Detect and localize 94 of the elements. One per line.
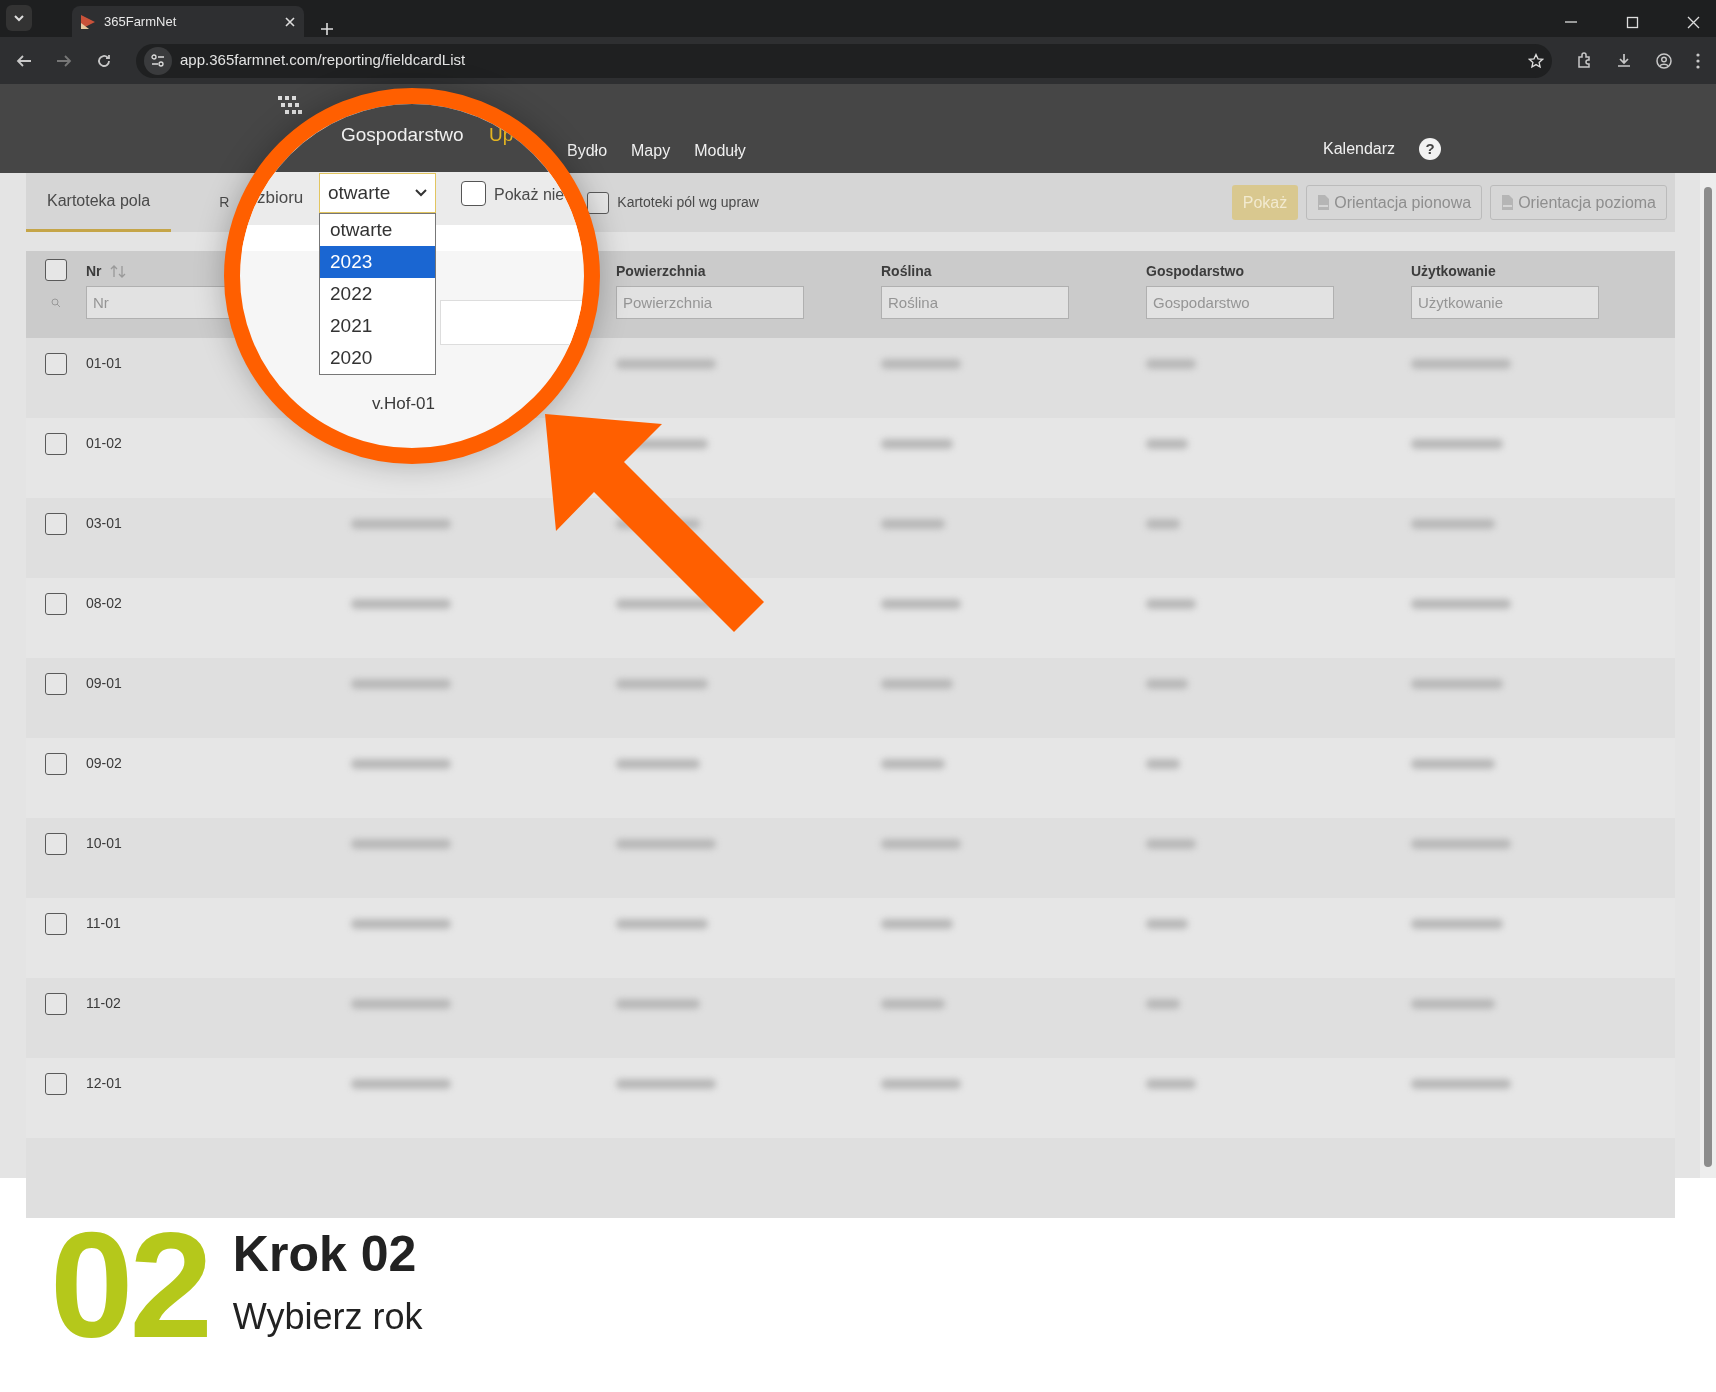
checkbox-label: Pokaż nie	[494, 185, 565, 205]
back-arrow-icon[interactable]	[16, 52, 32, 69]
row-checkbox[interactable]	[45, 352, 67, 375]
redacted-text	[1146, 598, 1196, 609]
redacted-text	[881, 758, 945, 769]
step-title: Krok 02	[232, 1226, 418, 1282]
dropdown-option[interactable]: otwarte	[320, 214, 435, 246]
table-cell-text: 01-01	[86, 354, 122, 373]
column-header[interactable]: Użytkowanie	[1411, 261, 1496, 283]
more-menu-icon[interactable]	[1696, 52, 1700, 69]
logo-icon[interactable]	[276, 94, 304, 116]
table-cell-text: 09-01	[86, 674, 122, 693]
table-cell-text: 11-02	[86, 994, 121, 1013]
redacted-text	[881, 438, 953, 449]
row-checkbox[interactable]	[45, 992, 67, 1015]
help-button[interactable]: ?	[1419, 138, 1442, 160]
scrollbar[interactable]	[1700, 173, 1716, 1178]
pdf-file-icon	[1317, 194, 1331, 211]
filter-field[interactable]: Powierzchnia	[616, 286, 804, 320]
redacted-text	[1146, 678, 1188, 689]
dropdown-option[interactable]: 2020	[320, 342, 435, 374]
row-checkbox[interactable]	[45, 832, 67, 855]
calendar-link[interactable]: Kalendarz	[1323, 137, 1396, 161]
row-checkbox[interactable]	[45, 512, 67, 535]
table-cell-text: v.Hof-01	[372, 393, 435, 415]
redacted-text	[1146, 998, 1180, 1009]
filter-field[interactable]: Roślina	[881, 286, 1069, 320]
column-header[interactable]: Powierzchnia	[616, 261, 706, 283]
table-cell-text: 10-01	[86, 834, 122, 853]
column-header[interactable]: Gospodarstwo	[1146, 261, 1244, 283]
redacted-text	[881, 678, 953, 689]
puzzle-icon[interactable]	[1576, 51, 1592, 70]
filter-field[interactable]	[440, 300, 584, 345]
plus-icon	[320, 21, 334, 36]
redacted-text	[1146, 358, 1196, 369]
table-cell-text: 01-02	[86, 434, 122, 453]
redacted-text	[1146, 438, 1188, 449]
redacted-text	[1146, 518, 1180, 529]
scrollbar-thumb[interactable]	[1704, 187, 1712, 1167]
nav-link[interactable]: Gospodarstwo	[341, 121, 464, 150]
column-header[interactable]: Roślina	[881, 261, 932, 283]
caret-icon	[415, 189, 427, 197]
year-label: zbioru	[257, 187, 304, 209]
dropdown-option[interactable]: 2023	[320, 246, 435, 278]
redacted-text	[1146, 838, 1196, 849]
year-label: R	[219, 193, 230, 212]
tune-icon	[150, 53, 166, 68]
checkbox[interactable]	[461, 181, 486, 206]
row-checkbox[interactable]	[45, 672, 67, 695]
redacted-text	[881, 518, 945, 529]
checkbox[interactable]	[587, 191, 610, 214]
pdf-file-icon	[1501, 194, 1515, 211]
nav-link[interactable]: Moduły	[694, 139, 746, 163]
filter-field[interactable]: Użytkowanie	[1411, 286, 1599, 320]
column-header[interactable]: Nr	[86, 261, 102, 283]
step-subtitle: Wybierz rok	[232, 1294, 423, 1339]
tab-list-button[interactable]	[6, 5, 32, 31]
dropdown-option[interactable]: 2021	[320, 310, 435, 342]
table-cell-text: 12-01	[86, 1074, 122, 1093]
checkbox-label: Kartoteki pól wg upraw	[617, 193, 759, 212]
dropdown-option[interactable]: 2022	[320, 278, 435, 310]
nav-link[interactable]: Mapy	[631, 139, 671, 163]
search-icon	[51, 297, 61, 308]
tab-favicon-icon	[80, 13, 96, 30]
table-cell-text: 08-02	[86, 594, 122, 613]
site-info-button[interactable]	[144, 46, 172, 75]
reload-icon[interactable]	[96, 52, 112, 69]
tab[interactable]: Kartoteka pola	[26, 173, 172, 232]
redacted-text	[1146, 918, 1188, 929]
table-cell-text: 03-01	[86, 514, 122, 533]
row-checkbox[interactable]	[45, 912, 67, 935]
redacted-text	[881, 998, 945, 1009]
redacted-text	[881, 918, 953, 929]
row-checkbox[interactable]	[45, 432, 67, 455]
forward-arrow-icon[interactable]	[56, 52, 72, 69]
filter-field[interactable]: Gospodarstwo	[1146, 286, 1334, 320]
redacted-text	[1146, 758, 1180, 769]
tab-title: 365FarmNet	[104, 12, 178, 31]
row-checkbox[interactable]	[45, 752, 67, 775]
select-all-checkbox[interactable]	[45, 259, 67, 281]
close-icon[interactable]	[284, 15, 296, 28]
star-icon[interactable]	[1528, 52, 1544, 69]
download-icon[interactable]	[1616, 53, 1632, 68]
close-icon[interactable]	[1687, 16, 1700, 29]
row-checkbox[interactable]	[45, 592, 67, 615]
row-checkbox[interactable]	[45, 1072, 67, 1095]
year-select[interactable]: otwarte	[319, 173, 436, 213]
step-number: 02	[50, 1210, 209, 1360]
table-cell-text: 11-01	[86, 914, 121, 933]
profile-icon[interactable]	[1656, 52, 1672, 69]
browser-tab[interactable]: 365FarmNet	[72, 6, 304, 37]
table-cell-text: 09-02	[86, 754, 122, 773]
maximize-icon[interactable]	[1626, 16, 1639, 29]
redacted-text	[1146, 1078, 1196, 1089]
